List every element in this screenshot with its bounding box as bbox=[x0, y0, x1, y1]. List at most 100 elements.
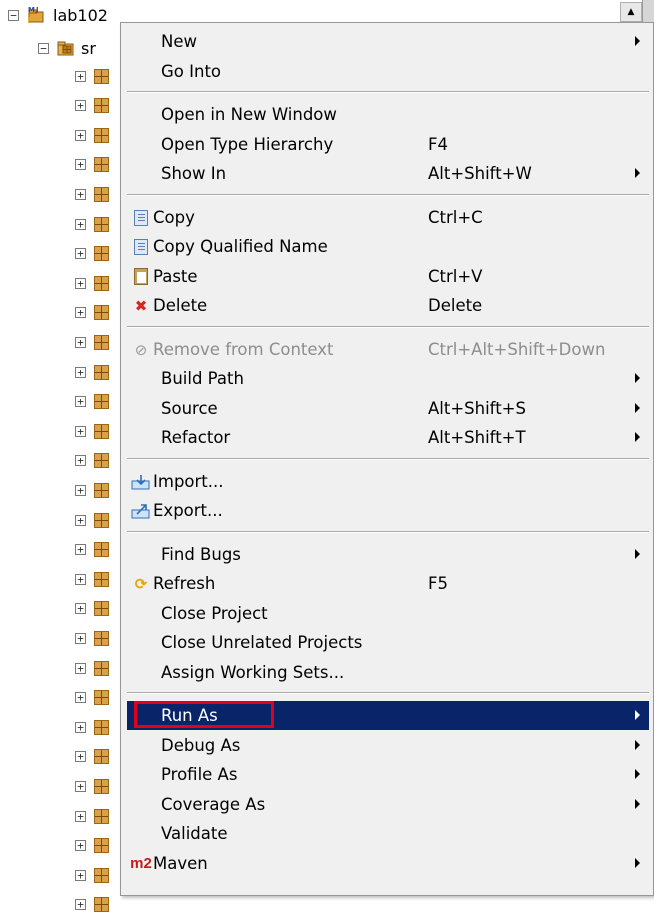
tree-row-package[interactable]: + bbox=[75, 744, 109, 770]
expand-icon[interactable]: + bbox=[75, 455, 86, 467]
tree-row-package[interactable]: + bbox=[75, 803, 109, 829]
menu-item-refactor[interactable]: Refactor Alt+Shift+T bbox=[127, 423, 649, 452]
expand-icon[interactable]: + bbox=[75, 632, 86, 644]
tree-row-package[interactable]: + bbox=[75, 625, 109, 651]
expand-icon[interactable]: + bbox=[75, 662, 86, 674]
submenu-arrow-icon bbox=[635, 548, 640, 559]
expand-icon[interactable]: + bbox=[75, 129, 86, 141]
collapse-icon[interactable]: − bbox=[38, 42, 49, 54]
tree-row-package[interactable]: + bbox=[75, 537, 109, 563]
menu-item-go-into[interactable]: Go Into bbox=[127, 57, 649, 86]
package-icon bbox=[94, 630, 109, 646]
menu-item-close-project[interactable]: Close Project bbox=[127, 599, 649, 628]
expand-icon[interactable]: + bbox=[75, 692, 86, 704]
tree-row-package[interactable]: + bbox=[75, 507, 109, 533]
menu-item-find-bugs[interactable]: Find Bugs bbox=[127, 540, 649, 569]
expand-icon[interactable]: + bbox=[75, 721, 86, 733]
tree-row-package[interactable]: + bbox=[75, 773, 109, 799]
tree-row-package[interactable]: + bbox=[75, 389, 109, 415]
menu-item-import[interactable]: Import... bbox=[127, 467, 649, 496]
submenu-arrow-icon bbox=[635, 710, 640, 720]
menu-item-refresh[interactable]: ⟳ Refresh F5 bbox=[127, 569, 649, 598]
tree-row-package[interactable]: + bbox=[75, 596, 109, 622]
menu-item-assign-working-sets[interactable]: Assign Working Sets... bbox=[127, 658, 649, 687]
expand-icon[interactable]: + bbox=[75, 425, 86, 437]
paste-icon bbox=[131, 267, 151, 287]
menu-item-debug-as[interactable]: Debug As bbox=[127, 731, 649, 760]
package-icon bbox=[94, 690, 109, 706]
tree-row-src[interactable]: − sr bbox=[38, 35, 96, 61]
tree-row-package[interactable]: + bbox=[75, 329, 109, 355]
expand-icon[interactable]: + bbox=[75, 336, 86, 348]
menu-item-open-in-new-window[interactable]: Open in New Window bbox=[127, 100, 649, 129]
menu-item-export[interactable]: Export... bbox=[127, 496, 649, 525]
expand-icon[interactable]: + bbox=[75, 307, 86, 319]
expand-icon[interactable]: + bbox=[75, 751, 86, 763]
tree-row-package[interactable]: + bbox=[75, 63, 109, 89]
menu-item-run-as[interactable]: Run As bbox=[127, 701, 649, 730]
menu-item-label: Go Into bbox=[161, 61, 222, 81]
expand-icon[interactable]: + bbox=[75, 869, 86, 881]
expand-icon[interactable]: + bbox=[75, 603, 86, 615]
collapse-icon[interactable]: − bbox=[8, 9, 19, 21]
tree-row-package[interactable]: + bbox=[75, 714, 109, 740]
tree-row-package[interactable]: + bbox=[75, 300, 109, 326]
package-icon bbox=[94, 98, 109, 114]
expand-icon[interactable]: + bbox=[75, 484, 86, 496]
menu-item-validate[interactable]: Validate bbox=[127, 819, 649, 848]
expand-icon[interactable]: + bbox=[75, 366, 86, 378]
expand-icon[interactable]: + bbox=[75, 248, 86, 260]
tree-row-package[interactable]: + bbox=[75, 833, 109, 859]
expand-icon[interactable]: + bbox=[75, 840, 86, 852]
tree-row-package[interactable]: + bbox=[75, 655, 109, 681]
tree-row-package[interactable]: + bbox=[75, 477, 109, 503]
expand-icon[interactable]: + bbox=[75, 396, 86, 408]
expand-icon[interactable]: + bbox=[75, 899, 86, 911]
tree-row-package[interactable]: + bbox=[75, 152, 109, 178]
tree-row-package[interactable]: + bbox=[75, 359, 109, 385]
tree-row-package[interactable]: + bbox=[75, 448, 109, 474]
tree-row-project[interactable]: − M J ! lab102 bbox=[8, 2, 108, 28]
expand-icon[interactable]: + bbox=[75, 70, 86, 82]
expand-icon[interactable]: + bbox=[75, 188, 86, 200]
scroll-up-button[interactable]: ▲ bbox=[620, 2, 642, 22]
menu-item-delete[interactable]: ✖ Delete Delete bbox=[127, 291, 649, 320]
tree-row-package[interactable]: + bbox=[75, 181, 109, 207]
expand-icon[interactable]: + bbox=[75, 780, 86, 792]
copy-icon bbox=[131, 208, 151, 228]
menu-item-paste[interactable]: Paste Ctrl+V bbox=[127, 262, 649, 291]
tree-row-package[interactable]: + bbox=[75, 685, 109, 711]
menu-item-shortcut: Ctrl+Alt+Shift+Down bbox=[428, 339, 606, 359]
expand-icon[interactable]: + bbox=[75, 810, 86, 822]
tree-row-package[interactable]: + bbox=[75, 122, 109, 148]
package-icon bbox=[94, 246, 109, 262]
scrollbar-thumb[interactable] bbox=[642, 0, 654, 24]
menu-item-build-path[interactable]: Build Path bbox=[127, 364, 649, 393]
tree-row-package[interactable]: + bbox=[75, 211, 109, 237]
menu-item-coverage-as[interactable]: Coverage As bbox=[127, 790, 649, 819]
expand-icon[interactable]: + bbox=[75, 573, 86, 585]
tree-row-package[interactable]: + bbox=[75, 418, 109, 444]
expand-icon[interactable]: + bbox=[75, 159, 86, 171]
tree-row-package[interactable]: + bbox=[75, 862, 109, 888]
expand-icon[interactable]: + bbox=[75, 100, 86, 112]
expand-icon[interactable]: + bbox=[75, 277, 86, 289]
delete-icon: ✖ bbox=[134, 297, 148, 315]
tree-row-package[interactable]: + bbox=[75, 566, 109, 592]
tree-row-package[interactable]: + bbox=[75, 93, 109, 119]
expand-icon[interactable]: + bbox=[75, 218, 86, 230]
menu-item-open-type-hierarchy[interactable]: Open Type Hierarchy F4 bbox=[127, 130, 649, 159]
package-icon bbox=[94, 364, 109, 380]
menu-item-maven[interactable]: m2 Maven bbox=[127, 849, 649, 878]
menu-item-new[interactable]: New bbox=[127, 27, 649, 56]
tree-row-package[interactable]: + bbox=[75, 270, 109, 296]
expand-icon[interactable]: + bbox=[75, 544, 86, 556]
expand-icon[interactable]: + bbox=[75, 514, 86, 526]
menu-item-copy[interactable]: Copy Ctrl+C bbox=[127, 203, 649, 232]
menu-item-copy-qualified-name[interactable]: Copy Qualified Name bbox=[127, 232, 649, 261]
menu-item-profile-as[interactable]: Profile As bbox=[127, 760, 649, 789]
menu-item-show-in[interactable]: Show In Alt+Shift+W bbox=[127, 159, 649, 188]
menu-item-source[interactable]: Source Alt+Shift+S bbox=[127, 394, 649, 423]
menu-item-close-unrelated-projects[interactable]: Close Unrelated Projects bbox=[127, 628, 649, 657]
tree-row-package[interactable]: + bbox=[75, 241, 109, 267]
